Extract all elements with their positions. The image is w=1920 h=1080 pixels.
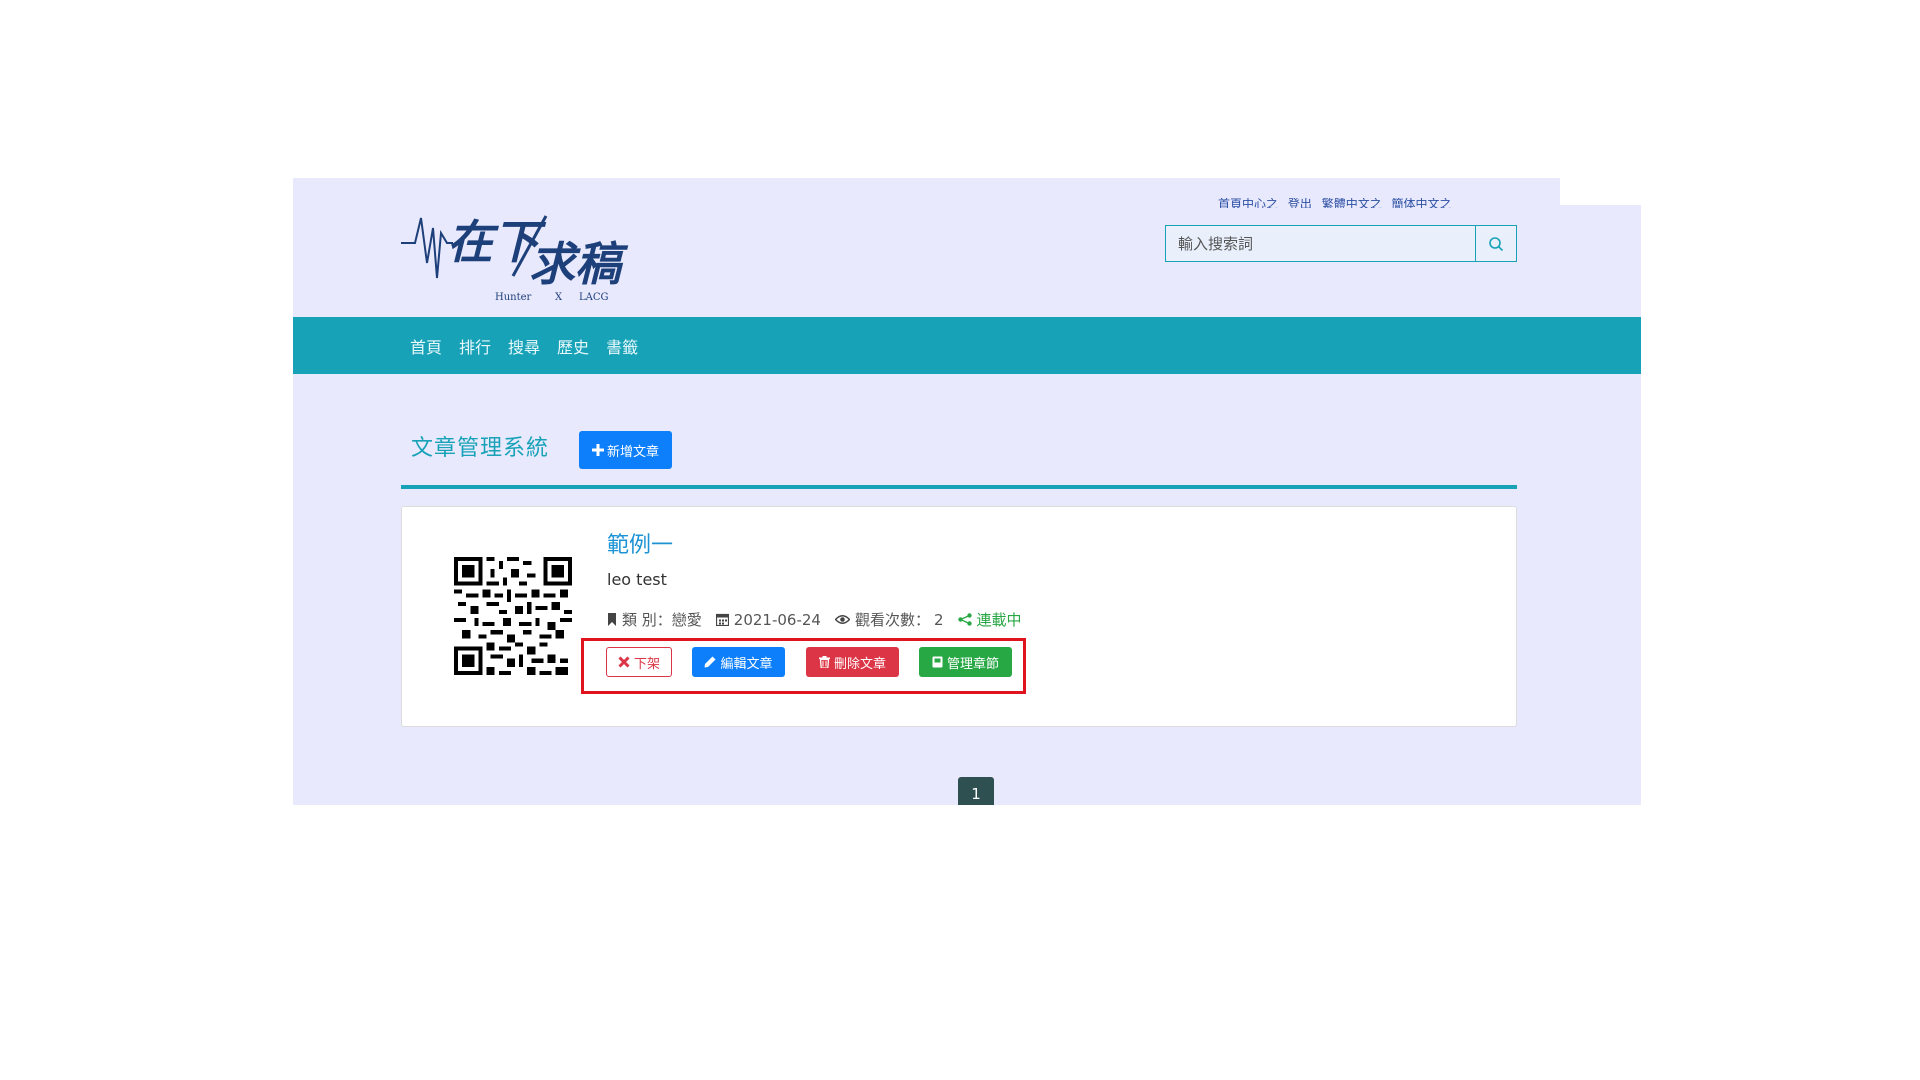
search-box bbox=[1165, 225, 1517, 262]
svg-text:求稿: 求稿 bbox=[529, 237, 629, 291]
manage-chapters-label: 管理章節 bbox=[946, 656, 999, 672]
meta-date: 2021-06-24 bbox=[715, 610, 821, 629]
manage-chapters-button[interactable]: 管理章節 bbox=[919, 647, 1012, 677]
top-links: 首頁中心之 登出 繁體中文之 簡体中文之 bbox=[1218, 198, 1558, 208]
eye-icon bbox=[834, 615, 850, 624]
top-link-logout[interactable]: 登出 bbox=[1288, 198, 1312, 208]
meta-category: 類 別： 戀愛 bbox=[607, 609, 702, 630]
title-divider bbox=[401, 485, 1517, 489]
edit-article-button[interactable]: 編輯文章 bbox=[692, 647, 785, 677]
date-value: 2021-06-24 bbox=[733, 610, 821, 629]
edit-article-label: 編輯文章 bbox=[720, 656, 773, 672]
book-icon bbox=[932, 656, 943, 668]
article-card: 範例一 leo test 類 別： 戀愛 2021-06-24 觀看次數： 2 … bbox=[401, 506, 1517, 727]
logo-graphic: 在下 求稿 Hunter X LACG bbox=[401, 215, 629, 303]
search-icon bbox=[1489, 236, 1504, 251]
meta-status: 連載中 bbox=[957, 609, 1022, 630]
pencil-icon bbox=[704, 656, 716, 668]
calendar-icon bbox=[715, 613, 729, 626]
share-icon bbox=[957, 613, 972, 626]
nav-item-home[interactable]: 首頁 bbox=[410, 334, 442, 358]
nav-item-search[interactable]: 搜尋 bbox=[508, 334, 540, 358]
top-link-simplified[interactable]: 簡体中文之 bbox=[1392, 198, 1452, 208]
meta-views: 觀看次數： 2 bbox=[834, 609, 944, 630]
delete-article-button[interactable]: 刪除文章 bbox=[806, 647, 899, 677]
page-title: 文章管理系統 bbox=[411, 436, 550, 461]
views-value: 2 bbox=[934, 610, 944, 629]
search-input[interactable] bbox=[1166, 226, 1475, 261]
category-label: 類 別： bbox=[622, 611, 672, 629]
category-value: 戀愛 bbox=[671, 611, 702, 629]
top-strip bbox=[1560, 178, 1641, 205]
page-frame: 首頁中心之 登出 繁體中文之 簡体中文之 在下 求稿 Hunter X LACG… bbox=[293, 178, 1641, 805]
article-meta: 類 別： 戀愛 2021-06-24 觀看次數： 2 連載中 bbox=[607, 609, 1036, 630]
site-logo[interactable]: 在下 求稿 Hunter X LACG bbox=[401, 188, 643, 305]
unpublish-label: 下架 bbox=[633, 656, 660, 672]
svg-text:LACG: LACG bbox=[579, 292, 609, 303]
unpublish-button[interactable]: 下架 bbox=[606, 647, 672, 677]
delete-article-label: 刪除文章 bbox=[833, 656, 886, 672]
trash-icon bbox=[818, 656, 830, 668]
nav-item-ranking[interactable]: 排行 bbox=[459, 334, 491, 358]
svg-text:Hunter: Hunter bbox=[495, 292, 532, 303]
qr-code-image bbox=[454, 557, 572, 675]
x-icon bbox=[618, 656, 630, 668]
plus-icon bbox=[591, 444, 604, 456]
search-button[interactable] bbox=[1475, 226, 1516, 261]
svg-text:X: X bbox=[555, 292, 563, 303]
article-description: leo test bbox=[607, 570, 667, 589]
status-value: 連載中 bbox=[976, 611, 1022, 629]
add-article-label: 新增文章 bbox=[606, 444, 659, 460]
pagination-current-page[interactable]: 1 bbox=[958, 777, 994, 805]
views-label: 觀看次數： bbox=[854, 611, 930, 629]
bookmark-icon bbox=[608, 613, 616, 626]
main-navbar: 首頁 排行 搜尋 歷史 書籤 bbox=[293, 317, 1641, 374]
top-link-traditional[interactable]: 繁體中文之 bbox=[1322, 198, 1382, 208]
nav-item-bookmarks[interactable]: 書籤 bbox=[606, 334, 638, 358]
top-link-home[interactable]: 首頁中心之 bbox=[1218, 198, 1278, 208]
nav-item-history[interactable]: 歷史 bbox=[557, 334, 589, 358]
article-title[interactable]: 範例一 bbox=[607, 527, 673, 559]
add-article-button[interactable]: 新增文章 bbox=[579, 431, 672, 469]
